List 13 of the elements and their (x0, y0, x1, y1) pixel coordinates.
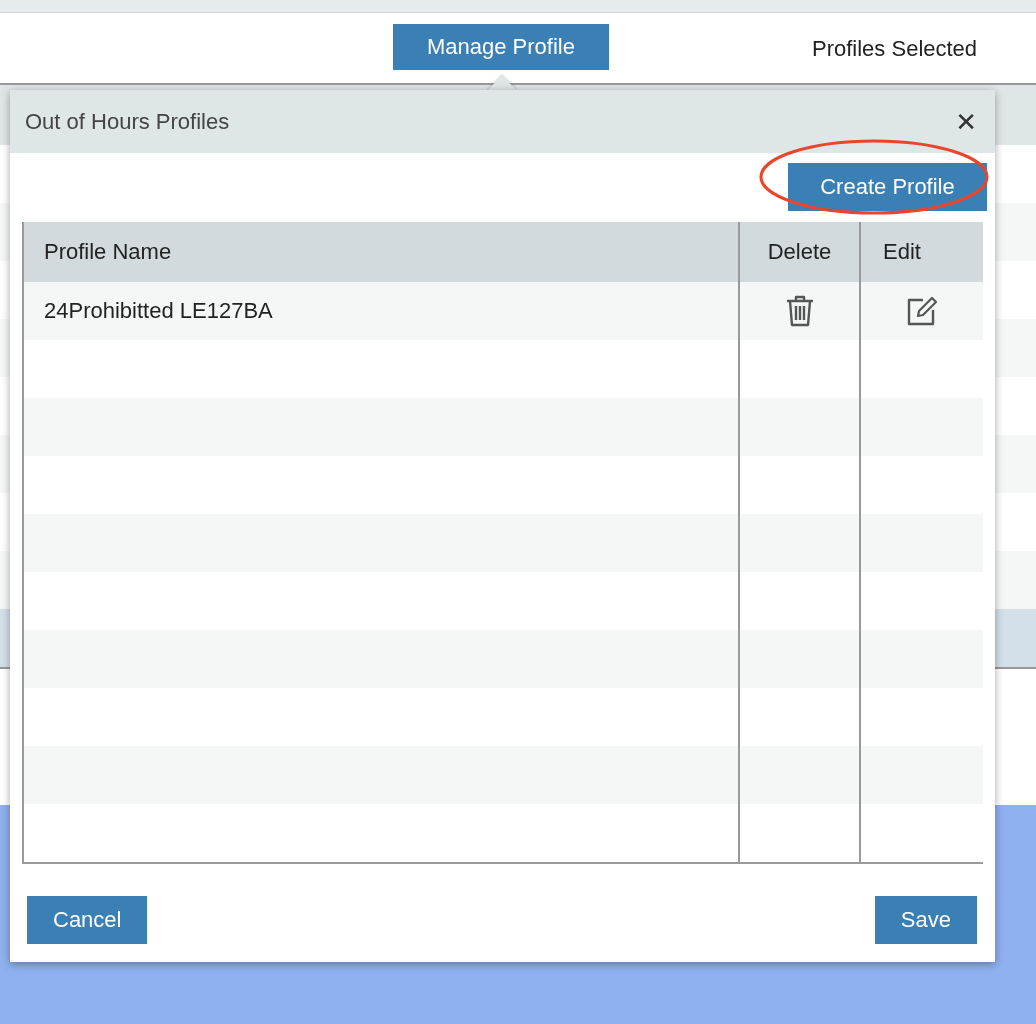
column-header: Delete (767, 239, 832, 265)
column-header: Profile Name (44, 239, 172, 265)
close-button[interactable]: ✕ (951, 106, 981, 137)
profiles-selected-label: Profiles Selected (812, 36, 978, 62)
column-header: Edit (883, 239, 921, 265)
create-profile-button[interactable]: Create Profile (788, 163, 987, 211)
cancel-button[interactable]: Cancel (27, 896, 148, 944)
edit-icon[interactable] (906, 295, 938, 327)
trash-icon[interactable] (784, 294, 815, 328)
manage-profile-button[interactable]: Manage Profile (393, 24, 609, 70)
dialog-title: Out of Hours Profiles (25, 108, 230, 135)
table-cell: 24Prohibitted LE127BA (44, 298, 273, 324)
save-button[interactable]: Save (874, 896, 977, 944)
